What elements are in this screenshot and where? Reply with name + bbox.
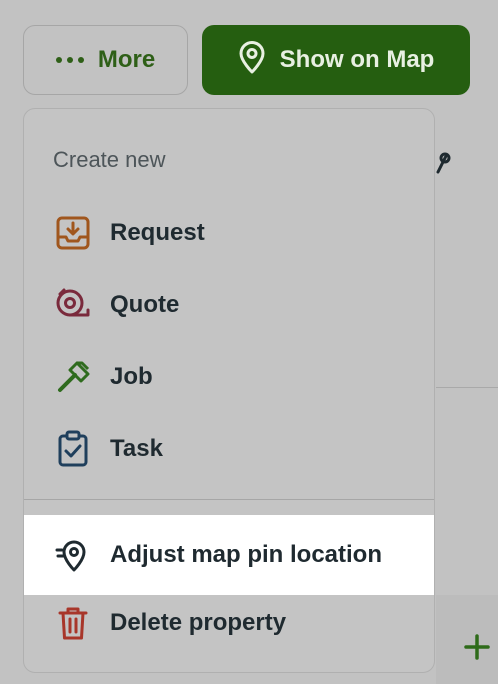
menu-item-job[interactable]: Job [24, 341, 434, 413]
clipboard-check-icon [53, 429, 93, 469]
page: More Show on Map Create new Request Quot… [0, 0, 498, 684]
inbox-download-icon [53, 213, 93, 253]
menu-item-adjust-map-pin[interactable]: Adjust map pin location [24, 515, 434, 595]
menu-item-quote[interactable]: Quote [24, 269, 434, 341]
menu-item-delete-property-label: Delete property [110, 609, 287, 636]
show-on-map-button[interactable]: Show on Map [202, 25, 470, 95]
measuring-tape-icon [53, 285, 93, 325]
trash-icon [53, 603, 93, 643]
more-dots-icon [55, 57, 84, 63]
menu-item-request[interactable]: Request [24, 197, 434, 269]
show-on-map-label: Show on Map [279, 46, 435, 73]
menu-item-request-label: Request [110, 219, 205, 246]
menu-item-delete-property[interactable]: Delete property [24, 587, 434, 659]
hammer-icon [53, 357, 93, 397]
menu-item-quote-label: Quote [110, 291, 180, 318]
menu-heading: Create new [53, 147, 166, 172]
map-pin-adjust-icon [53, 535, 93, 575]
map-pin-icon [238, 40, 266, 80]
add-icon[interactable] [463, 633, 491, 666]
menu-divider [24, 499, 434, 500]
menu-item-job-label: Job [110, 363, 153, 390]
more-button-label: More [97, 46, 156, 73]
more-dropdown-menu: Create new Request Quote Job Task Adjust… [23, 108, 435, 673]
more-button[interactable]: More [23, 25, 188, 95]
background-divider [436, 387, 498, 388]
menu-item-task[interactable]: Task [24, 413, 434, 485]
menu-item-adjust-map-pin-label: Adjust map pin location [110, 541, 383, 568]
menu-item-task-label: Task [110, 435, 163, 462]
